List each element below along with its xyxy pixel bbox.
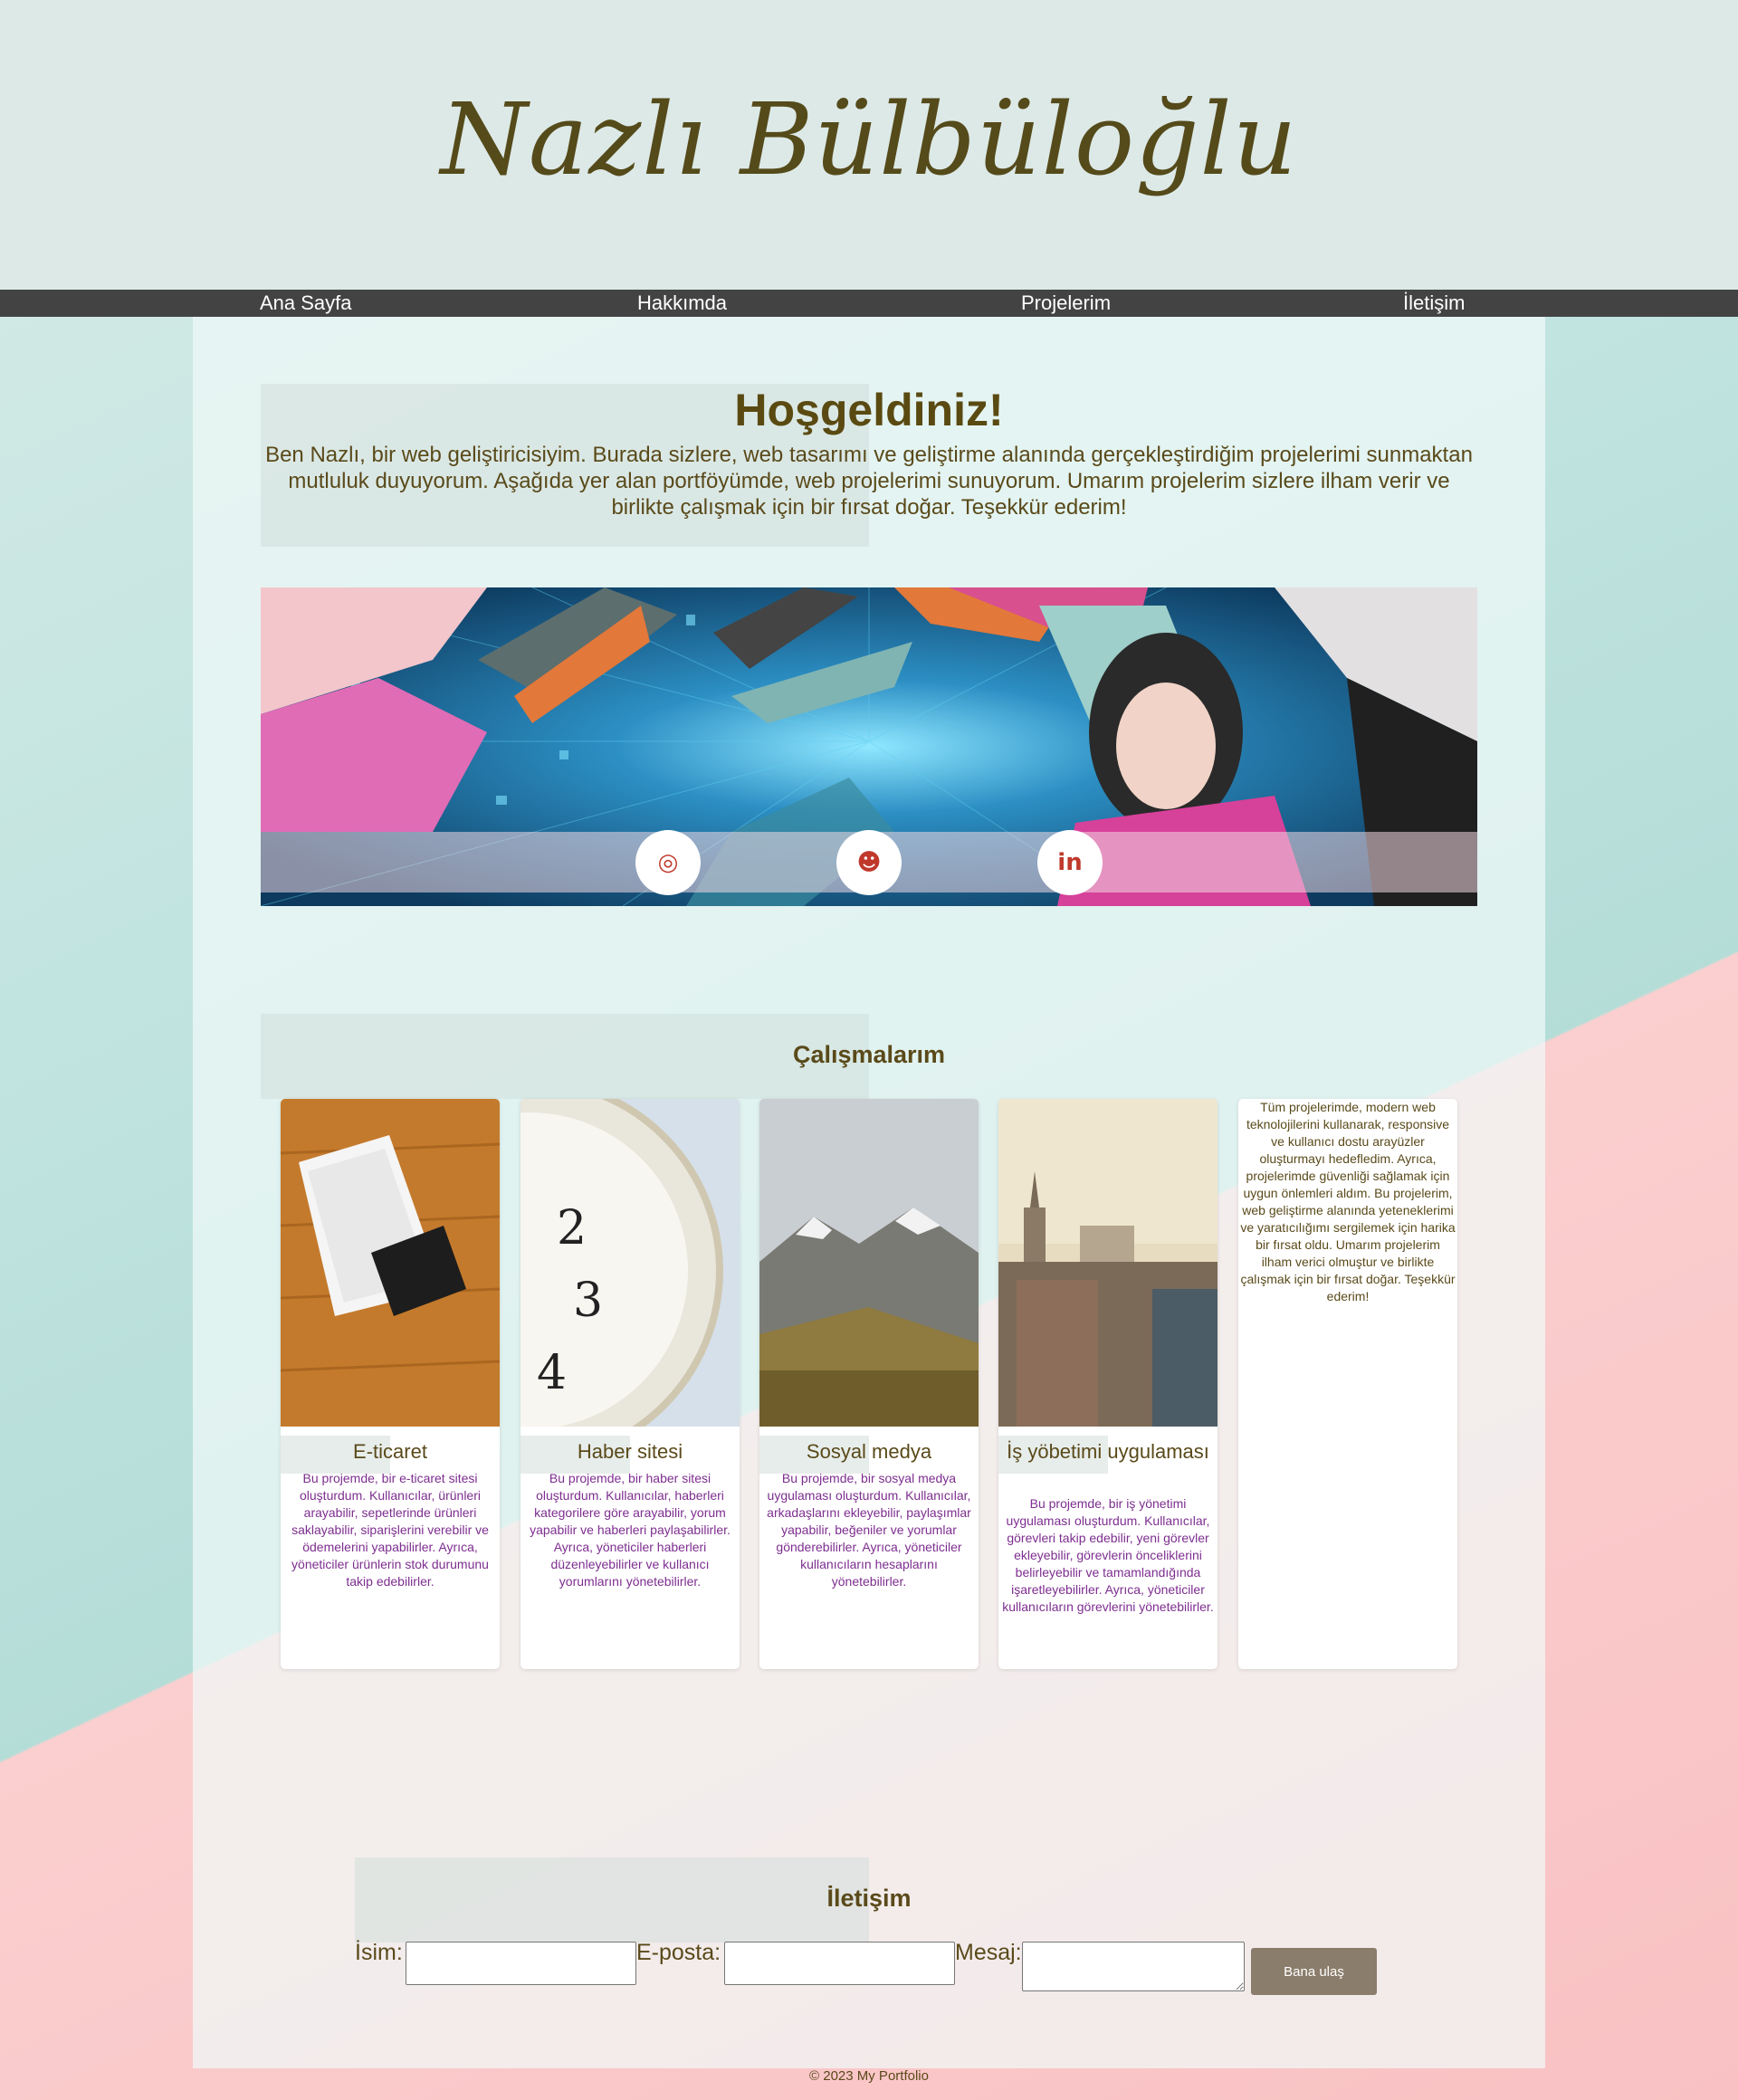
project-title-news: Haber sitesi: [577, 1440, 683, 1463]
works-title: Çalışmalarım: [792, 1041, 946, 1068]
svg-text:3: 3: [573, 1274, 603, 1328]
email-field[interactable]: [724, 1942, 955, 1985]
projects-summary-card: Tüm projelerimde, modern web teknolojile…: [1238, 1099, 1457, 1669]
welcome-text: Ben Nazlı, bir web geliştiricisiyim. Bur…: [265, 443, 1473, 520]
project-card-ecommerce[interactable]: E-ticaret Bu projemde, bir e-ticaret sit…: [281, 1099, 500, 1669]
message-label: Mesaj:: [955, 1940, 1022, 1965]
nav-item-projects[interactable]: Projelerim: [1021, 291, 1111, 315]
name-field[interactable]: [406, 1942, 636, 1985]
project-image-social: [759, 1099, 979, 1427]
project-desc-ecommerce: Bu projemde, bir e-ticaret sitesi oluştu…: [291, 1471, 489, 1589]
contact-submit-button[interactable]: Bana ulaş: [1251, 1948, 1377, 1995]
project-card-social[interactable]: Sosyal medya Bu projemde, bir sosyal med…: [759, 1099, 979, 1669]
project-title-ecommerce: E-ticaret: [353, 1440, 427, 1463]
instagram-icon[interactable]: ◎: [635, 830, 701, 895]
site-logo: Nazlı Bülbüloğlu: [440, 81, 1298, 197]
nav-item-contact[interactable]: İletişim: [1403, 291, 1465, 315]
project-title-social: Sosyal medya: [806, 1440, 932, 1463]
github-icon[interactable]: ☻: [836, 830, 902, 895]
project-card-task[interactable]: İş yöbetimi uygulaması Bu projemde, bir …: [998, 1099, 1218, 1669]
project-photo-news: 2 3 4: [520, 1099, 740, 1427]
svg-text:2: 2: [557, 1201, 587, 1255]
footer-text: © 2023 My Portfolio: [809, 2068, 929, 2084]
hero-banner: ◎ ☻ in: [261, 587, 1477, 906]
project-photo-social: [759, 1099, 979, 1427]
project-desc-social: Bu projemde, bir sosyal medya uygulaması…: [767, 1471, 971, 1589]
nav-item-home[interactable]: Ana Sayfa: [260, 291, 352, 315]
projects-summary-text: Tüm projelerimde, modern web teknolojile…: [1240, 1100, 1456, 1303]
project-image-task: [998, 1099, 1218, 1427]
project-image-ecommerce: [281, 1099, 500, 1427]
project-title-task: İş yöbetimi uygulaması: [1007, 1440, 1209, 1463]
message-field[interactable]: [1022, 1942, 1245, 1991]
project-desc-news: Bu projemde, bir haber sitesi oluşturdum…: [530, 1471, 731, 1589]
email-label: E-posta:: [636, 1940, 721, 1965]
project-photo-ecommerce: [281, 1099, 500, 1427]
svg-text:4: 4: [537, 1346, 567, 1400]
navbar: Ana Sayfa Hakkımda Projelerim İletişim: [0, 290, 1738, 317]
project-photo-task: [998, 1099, 1218, 1427]
linkedin-icon[interactable]: in: [1037, 830, 1103, 895]
project-image-news: 2 3 4: [520, 1099, 740, 1427]
project-desc-task: Bu projemde, bir iş yönetimi uygulaması …: [1002, 1496, 1214, 1614]
welcome-title: Hoşgeldiniz!: [734, 385, 1004, 435]
project-card-news[interactable]: 2 3 4 Haber sitesi Bu projemde, bir habe…: [520, 1099, 740, 1669]
nav-item-about[interactable]: Hakkımda: [637, 291, 727, 315]
name-label: İsim:: [355, 1940, 403, 1965]
contact-title: İletişim: [826, 1885, 912, 1912]
